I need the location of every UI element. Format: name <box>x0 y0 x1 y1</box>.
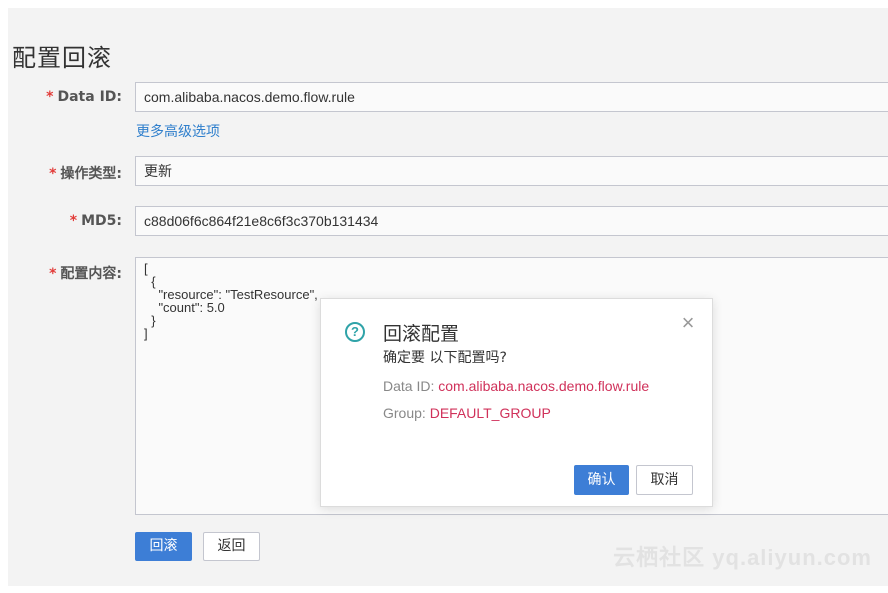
dialog-group-value: DEFAULT_GROUP <box>429 405 551 421</box>
dialog-data-id-key: Data ID: <box>383 378 435 394</box>
md5-field[interactable]: c88d06f6c864f21e8c6f3c370b131434 <box>135 206 888 236</box>
md5-label: * MD5: <box>70 213 122 229</box>
content-label-text: 配置内容: <box>60 266 122 282</box>
dialog-data-id-value: com.alibaba.nacos.demo.flow.rule <box>438 378 650 394</box>
watermark: 云栖社区 yq.aliyun.com <box>613 545 872 570</box>
content-label: * 配置内容: <box>49 263 122 283</box>
required-mark: * <box>69 213 78 229</box>
operation-type-label-text: 操作类型: <box>60 166 122 182</box>
operation-type-field[interactable]: 更新 <box>135 156 888 186</box>
required-mark: * <box>46 89 54 105</box>
dialog-subtitle: 确定要 以下配置吗? <box>383 350 507 366</box>
back-button[interactable]: 返回 <box>203 532 260 561</box>
dialog-group-row: Group: DEFAULT_GROUP <box>383 405 551 421</box>
operation-type-label: * 操作类型: <box>49 163 122 183</box>
required-mark: * <box>49 266 57 282</box>
more-options-link[interactable]: 更多高级选项 <box>136 121 220 141</box>
dialog-group-key: Group: <box>383 405 426 421</box>
data-id-label: * Data ID: <box>46 89 122 105</box>
confirm-button[interactable]: 确认 <box>574 465 629 495</box>
help-icon: ? <box>345 322 365 342</box>
data-id-label-text: Data ID: <box>57 89 122 105</box>
dialog-data-id-row: Data ID: com.alibaba.nacos.demo.flow.rul… <box>383 378 649 394</box>
close-icon[interactable]: × <box>678 312 698 334</box>
data-id-field[interactable]: com.alibaba.nacos.demo.flow.rule <box>135 82 888 112</box>
rollback-button[interactable]: 回滚 <box>135 532 192 561</box>
rollback-confirm-dialog: ? 回滚配置 确定要 以下配置吗? × Data ID: com.alibaba… <box>320 298 713 507</box>
md5-label-text: MD5: <box>81 213 122 229</box>
cancel-button[interactable]: 取消 <box>636 465 693 495</box>
dialog-title: 回滚配置 <box>383 323 460 345</box>
required-mark: * <box>49 166 57 182</box>
page-title: 配置回滚 <box>12 44 112 72</box>
